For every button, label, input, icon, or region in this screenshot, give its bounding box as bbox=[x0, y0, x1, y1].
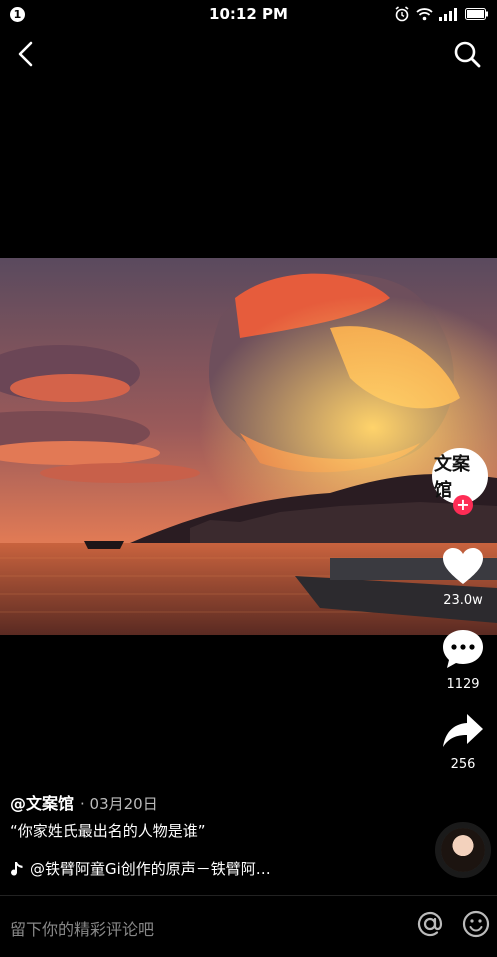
comment-button[interactable]: 1129 bbox=[433, 628, 493, 692]
search-icon bbox=[454, 41, 481, 68]
disc-avatar bbox=[441, 828, 485, 872]
chevron-left-icon bbox=[18, 41, 33, 67]
status-icons bbox=[394, 6, 489, 22]
alarm-icon bbox=[395, 6, 409, 22]
status-bar: 1 10:12 PM bbox=[0, 0, 497, 30]
comment-count: 1129 bbox=[446, 677, 480, 692]
search-button[interactable] bbox=[451, 38, 483, 70]
comment-input[interactable]: 留下你的精彩评论吧 bbox=[10, 916, 154, 940]
music-title: @铁臂阿童Gi创作的原声－铁臂阿… bbox=[30, 860, 271, 878]
like-count: 23.0w bbox=[443, 593, 483, 608]
back-button[interactable] bbox=[12, 38, 42, 70]
at-sign-icon bbox=[417, 911, 443, 937]
post-date: · 03月20日 bbox=[80, 795, 158, 813]
emoji-button[interactable] bbox=[462, 910, 490, 938]
share-count: 256 bbox=[450, 757, 476, 772]
video-frame bbox=[0, 258, 497, 635]
share-button[interactable]: 256 bbox=[433, 712, 493, 772]
follow-button[interactable]: + bbox=[453, 495, 473, 515]
comment-bar: 留下你的精彩评论吧 bbox=[0, 895, 497, 957]
creator-avatar-button[interactable]: 文案馆 + bbox=[432, 448, 492, 515]
like-button[interactable]: 23.0w bbox=[433, 546, 493, 608]
mention-button[interactable] bbox=[416, 910, 444, 938]
comment-bubble-icon bbox=[443, 630, 483, 668]
battery-icon bbox=[465, 8, 488, 20]
video-player[interactable] bbox=[0, 258, 497, 635]
heart-icon bbox=[443, 548, 483, 584]
signal-icon bbox=[439, 7, 457, 21]
music-info[interactable]: @铁臂阿童Gi创作的原声－铁臂阿… bbox=[10, 858, 271, 879]
post-caption: “你家姓氏最出名的人物是谁” bbox=[10, 822, 206, 840]
post-author[interactable]: @文案馆 · 03月20日 bbox=[10, 790, 158, 814]
author-name[interactable]: @文案馆 bbox=[10, 794, 74, 813]
emoji-smile-icon bbox=[462, 910, 490, 938]
music-disc[interactable] bbox=[435, 822, 491, 878]
share-arrow-icon bbox=[443, 714, 483, 747]
wifi-icon bbox=[416, 8, 433, 21]
music-note-icon bbox=[11, 861, 23, 876]
